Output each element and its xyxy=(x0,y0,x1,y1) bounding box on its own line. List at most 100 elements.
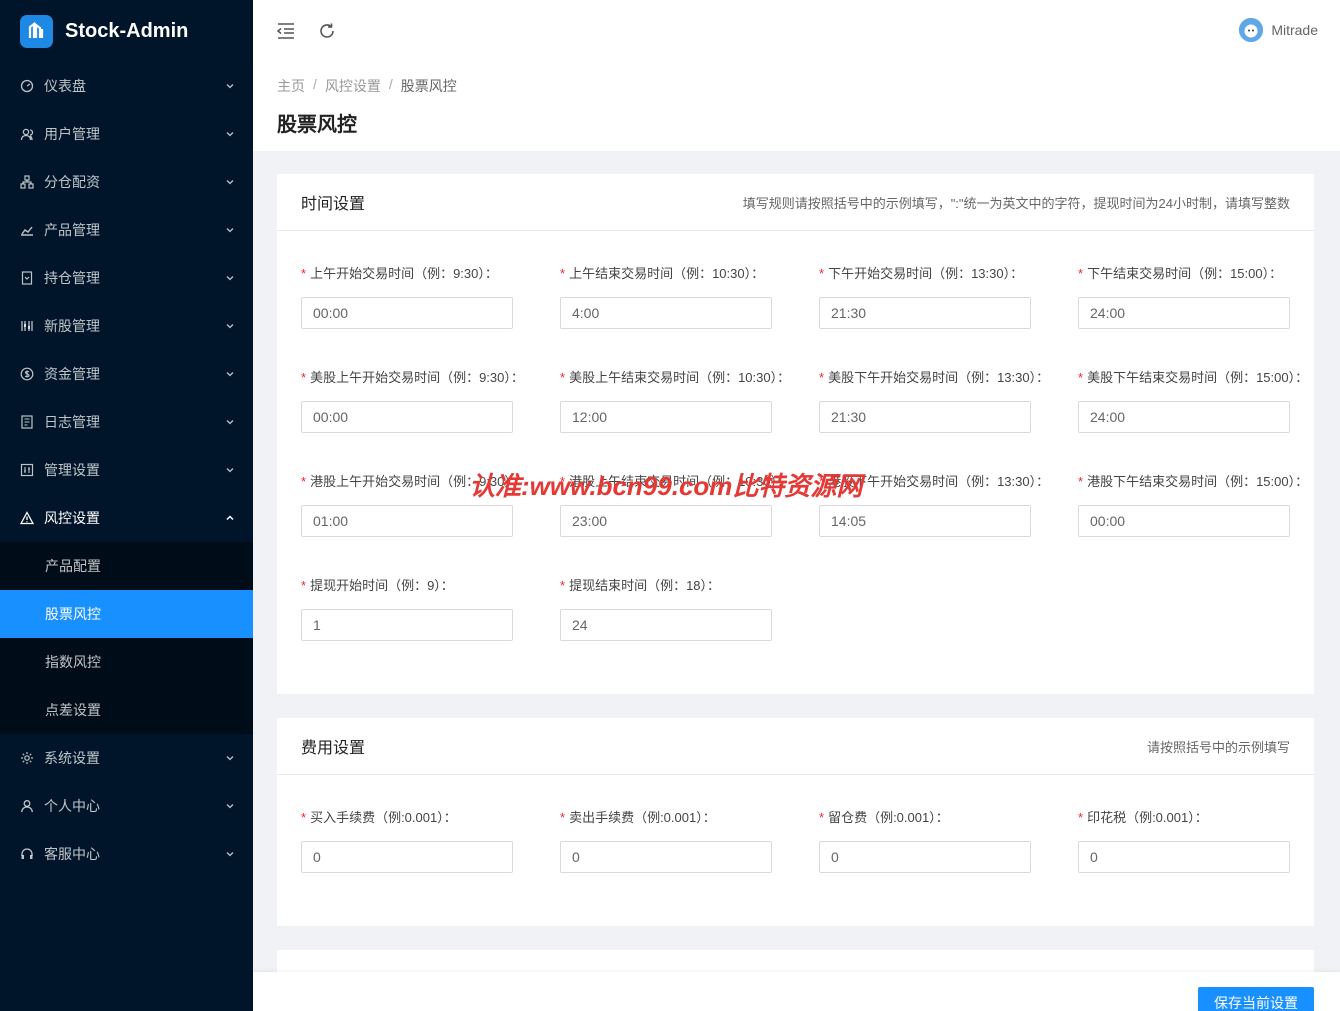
field-label: 留仓费（例:0.001）： xyxy=(828,810,949,825)
sidebar-item-logs[interactable]: 日志管理 xyxy=(0,398,253,446)
sidebar-item-risk-control[interactable]: 风控设置 xyxy=(0,494,253,542)
pm-close-time-input[interactable] xyxy=(1078,297,1290,329)
chevron-down-icon xyxy=(225,177,235,187)
required-mark: * xyxy=(301,578,307,593)
required-mark: * xyxy=(560,810,566,825)
required-mark: * xyxy=(301,370,307,385)
hk-am-open-time-input[interactable] xyxy=(301,505,513,537)
field-label: 美股上午结束交易时间（例：10:30）： xyxy=(569,370,791,385)
sidebar-item-dashboard[interactable]: 仪表盘 xyxy=(0,62,253,110)
form-field: * 印花税（例:0.001）： xyxy=(1078,809,1208,827)
form-field: * 提现结束时间（例：18）： xyxy=(560,577,720,595)
field-label: 下午结束交易时间（例：15:00）： xyxy=(1087,266,1283,281)
sell-fee-input[interactable] xyxy=(560,841,772,873)
avatar xyxy=(1239,18,1264,42)
field-label: 美股上午开始交易时间（例：9:30）： xyxy=(310,370,524,385)
logo[interactable]: Stock-Admin xyxy=(0,0,253,62)
sidebar-item-funds[interactable]: 资金管理 xyxy=(0,350,253,398)
required-mark: * xyxy=(1078,266,1084,281)
am-close-time-input[interactable] xyxy=(560,297,772,329)
withdraw-end-time-input[interactable] xyxy=(560,609,772,641)
settings-grid-icon xyxy=(20,463,34,477)
overnight-fee-input[interactable] xyxy=(819,841,1031,873)
required-mark: * xyxy=(819,810,825,825)
sidebar-item-label: 客服中心 xyxy=(44,846,100,862)
hk-am-close-time-input[interactable] xyxy=(560,505,772,537)
us-pm-close-time-input[interactable] xyxy=(1078,401,1290,433)
form-field: * 美股上午开始交易时间（例：9:30）： xyxy=(301,369,524,387)
required-mark: * xyxy=(1078,474,1084,489)
form-field: * 下午开始交易时间（例：13:30）： xyxy=(819,265,1023,283)
us-am-open-time-input[interactable] xyxy=(301,401,513,433)
field-label: 港股下午结束交易时间（例：15:00）： xyxy=(1087,474,1309,489)
sidebar-subitem-spread-settings[interactable]: 点差设置 xyxy=(0,686,253,734)
sidebar-item-label: 用户管理 xyxy=(44,126,100,142)
sidebar-item-ipo[interactable]: 新股管理 xyxy=(0,302,253,350)
us-pm-open-time-input[interactable] xyxy=(819,401,1031,433)
sidebar-item-admin-settings[interactable]: 管理设置 xyxy=(0,446,253,494)
breadcrumb: 主页 / 风控设置 / 股票风控 xyxy=(277,76,1316,96)
field-label: 美股下午开始交易时间（例：13:30）： xyxy=(828,370,1050,385)
sidebar-item-users[interactable]: 用户管理 xyxy=(0,110,253,158)
sidebar-item-label: 日志管理 xyxy=(44,414,100,430)
sidebar-item-label: 风控设置 xyxy=(44,510,100,526)
sidebar-item-customer-service[interactable]: 客服中心 xyxy=(0,830,253,878)
hk-pm-close-time-input[interactable] xyxy=(1078,505,1290,537)
pm-open-time-input[interactable] xyxy=(819,297,1031,329)
buy-fee-input[interactable] xyxy=(301,841,513,873)
stamp-duty-input[interactable] xyxy=(1078,841,1290,873)
sidebar-item-label: 分仓配资 xyxy=(44,174,100,190)
fee-settings-card: 费用设置 请按照括号中的示例填写 *买入手续费（例:0.001）： *卖出手续费… xyxy=(277,718,1314,926)
headset-icon xyxy=(20,847,34,861)
required-mark: * xyxy=(819,266,825,281)
breadcrumb-home[interactable]: 主页 xyxy=(277,76,305,96)
required-mark: * xyxy=(1078,370,1084,385)
breadcrumb-current: 股票风控 xyxy=(400,78,457,94)
breadcrumb-risk-settings[interactable]: 风控设置 xyxy=(325,76,381,96)
sidebar-item-label: 仪表盘 xyxy=(44,78,86,94)
form-field: * 美股下午开始交易时间（例：13:30）： xyxy=(819,369,1049,387)
breadcrumb-separator: / xyxy=(388,76,393,92)
chevron-down-icon xyxy=(225,849,235,859)
us-am-close-time-input[interactable] xyxy=(560,401,772,433)
username: Mitrade xyxy=(1271,22,1318,38)
sidebar-item-profile[interactable]: 个人中心 xyxy=(0,782,253,830)
hk-pm-open-time-input[interactable] xyxy=(819,505,1031,537)
form-field: * 港股下午结束交易时间（例：15:00）： xyxy=(1078,473,1308,491)
field-label: 提现结束时间（例：18）： xyxy=(569,578,721,593)
users-icon xyxy=(20,127,34,141)
sidebar-item-positions[interactable]: 持仓管理 xyxy=(0,254,253,302)
required-mark: * xyxy=(819,370,825,385)
sidebar-item-products[interactable]: 产品管理 xyxy=(0,206,253,254)
required-mark: * xyxy=(560,578,566,593)
card-title: 费用设置 xyxy=(301,740,366,757)
sidebar-item-system-settings[interactable]: 系统设置 xyxy=(0,734,253,782)
chevron-down-icon xyxy=(225,417,235,427)
card-header: 时间设置 填写规则请按照括号中的示例填写，":"统一为英文中的字符，提现时间为2… xyxy=(277,174,1314,231)
sliders-icon xyxy=(20,319,34,333)
sidebar-item-label: 持仓管理 xyxy=(44,270,100,286)
refresh-icon[interactable] xyxy=(316,20,338,42)
logo-icon xyxy=(20,14,53,48)
sidebar-subitem-index-risk[interactable]: 指数风控 xyxy=(0,638,253,686)
sidebar-item-allocation[interactable]: 分仓配资 xyxy=(0,158,253,206)
field-label: 卖出手续费（例:0.001）： xyxy=(569,810,716,825)
user-menu[interactable]: Mitrade xyxy=(1239,18,1318,42)
save-settings-button[interactable]: 保存当前设置 xyxy=(1198,987,1314,1011)
page-title: 股票风控 xyxy=(277,114,357,136)
chevron-down-icon xyxy=(225,273,235,283)
required-mark: * xyxy=(1078,810,1084,825)
watermark: 认准:www.bcn99.com比特资源网 xyxy=(469,471,863,501)
file-icon xyxy=(20,271,34,285)
sidebar-subitem-product-config[interactable]: 产品配置 xyxy=(0,542,253,590)
sidebar-item-label: 管理设置 xyxy=(44,462,100,478)
required-mark: * xyxy=(301,474,307,489)
withdraw-start-time-input[interactable] xyxy=(301,609,513,641)
required-mark: * xyxy=(301,266,307,281)
am-open-time-input[interactable] xyxy=(301,297,513,329)
breadcrumb-separator: / xyxy=(313,76,317,92)
dashboard-icon xyxy=(20,79,34,93)
sidebar-subitem-stock-risk[interactable]: 股票风控 xyxy=(0,590,253,638)
sidebar-item-label: 个人中心 xyxy=(44,798,100,814)
menu-fold-icon[interactable] xyxy=(275,20,297,42)
